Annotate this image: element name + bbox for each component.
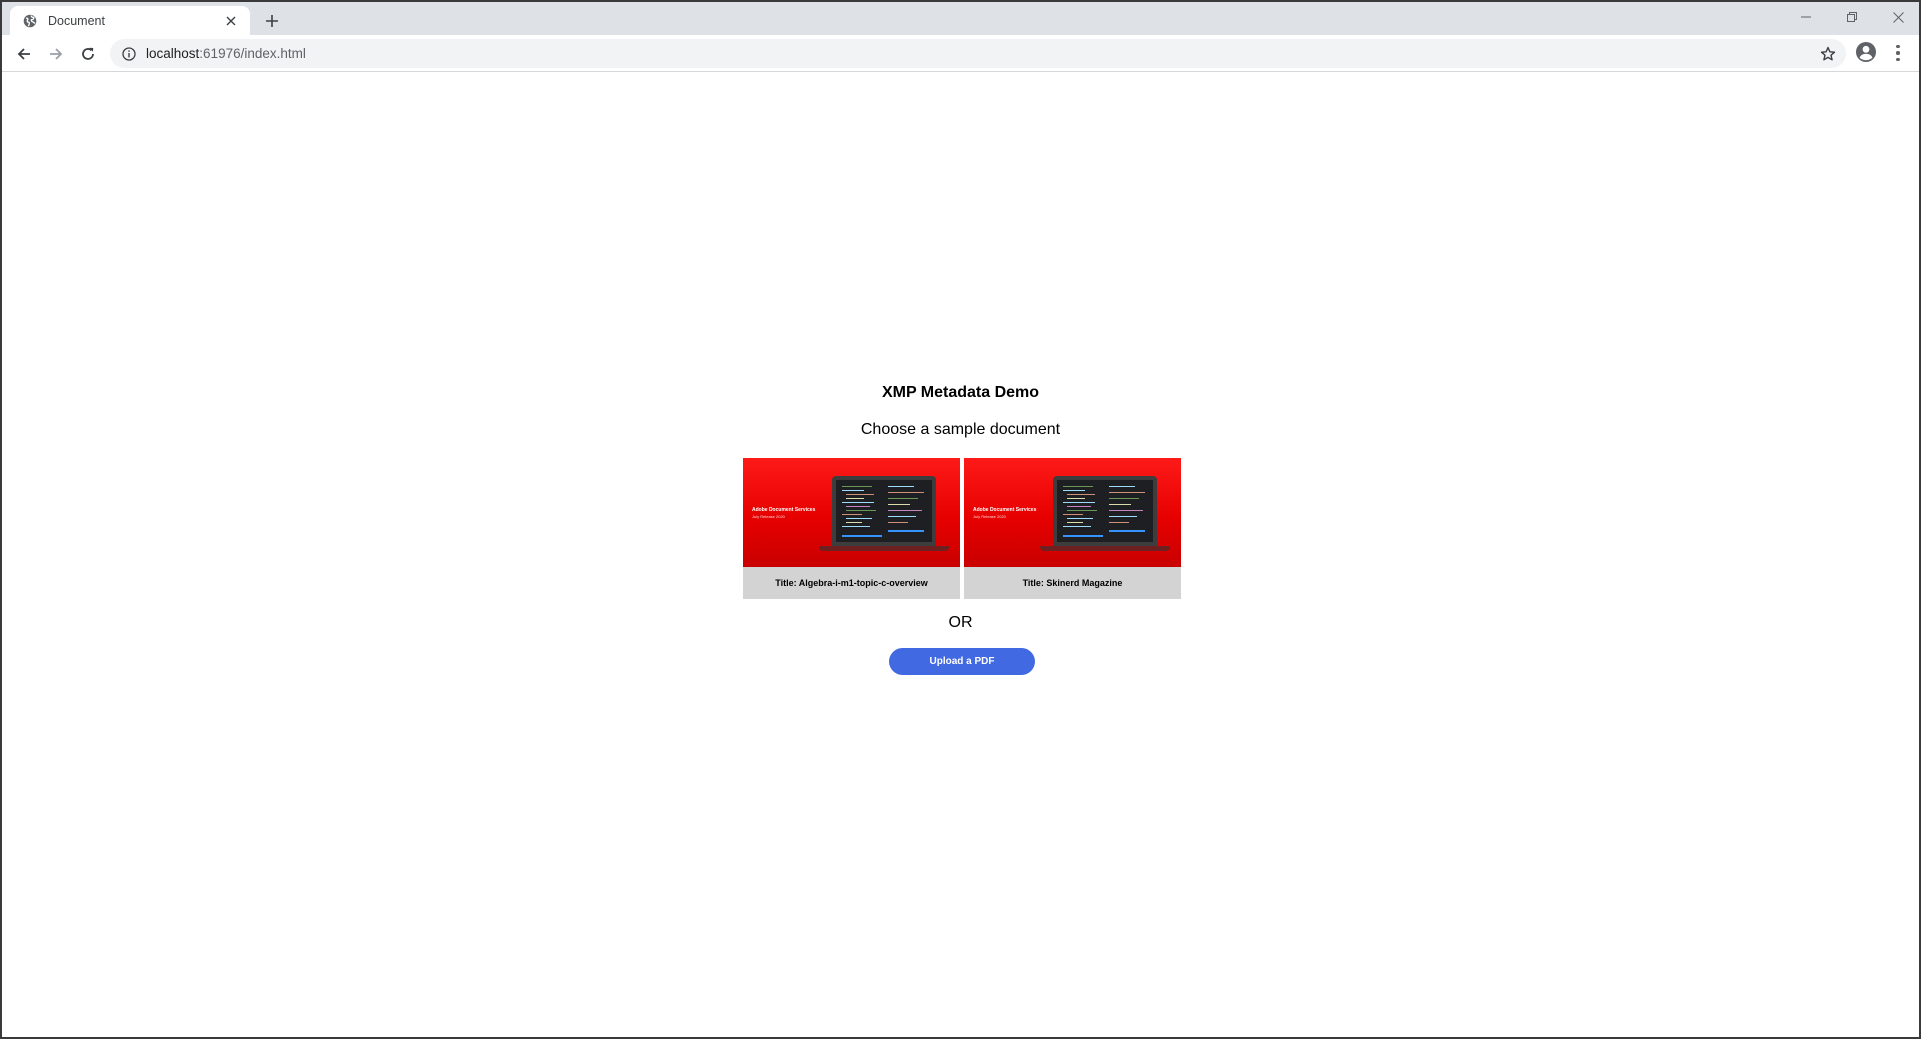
laptop-image — [832, 476, 936, 546]
browser-window: Document localhost:61976/index.html XMP … — [0, 0, 1921, 1039]
plus-icon[interactable] — [260, 9, 284, 33]
sample-documents: Adobe Document Services July Release 202… — [743, 458, 1181, 601]
thumbnail-brand: Adobe Document Services — [752, 507, 816, 513]
sample-thumbnail: Adobe Document Services July Release 202… — [743, 458, 960, 567]
tab-document[interactable]: Document — [10, 6, 250, 35]
or-separator: OR — [948, 614, 973, 631]
page-content: XMP Metadata Demo Choose a sample docume… — [2, 73, 1919, 1037]
tab-strip: Document — [2, 2, 1919, 35]
url-host: localhost — [146, 46, 200, 61]
restore-icon[interactable] — [1829, 4, 1875, 30]
laptop-base — [1040, 546, 1170, 551]
tab-title: Document — [48, 13, 105, 28]
info-icon[interactable] — [120, 45, 138, 63]
thumbnail-brand: Adobe Document Services — [973, 507, 1037, 513]
profile-icon[interactable] — [1855, 41, 1879, 65]
arrow-right-icon[interactable] — [42, 40, 70, 68]
window-close-icon[interactable] — [1875, 4, 1919, 30]
close-icon[interactable] — [222, 12, 240, 30]
reload-icon[interactable] — [74, 40, 102, 68]
sample-title: Title: Skinerd Magazine — [1022, 578, 1123, 588]
sample-card-2[interactable]: Adobe Document Services July Release 202… — [964, 458, 1181, 599]
minimize-icon[interactable] — [1783, 4, 1829, 30]
star-icon[interactable] — [1818, 44, 1838, 64]
sample-title: Title: Algebra-i-m1-topic-c-overview — [775, 578, 928, 588]
url-path: :61976/index.html — [199, 46, 306, 61]
laptop-base — [819, 546, 949, 551]
url-text: localhost:61976/index.html — [146, 46, 306, 61]
page-subtitle: Choose a sample document — [860, 421, 1061, 438]
thumbnail-subtitle: July Release 2020 — [973, 514, 1006, 519]
kebab-menu-icon[interactable] — [1888, 41, 1908, 65]
globe-icon — [22, 13, 38, 29]
thumbnail-subtitle: July Release 2020 — [752, 514, 785, 519]
address-bar[interactable]: localhost:61976/index.html — [110, 39, 1846, 68]
arrow-left-icon[interactable] — [10, 40, 38, 68]
page-title: XMP Metadata Demo — [881, 384, 1040, 401]
sample-thumbnail: Adobe Document Services July Release 202… — [964, 458, 1181, 567]
upload-pdf-button[interactable]: Upload a PDF — [889, 648, 1035, 675]
laptop-image — [1053, 476, 1157, 546]
sample-card-1[interactable]: Adobe Document Services July Release 202… — [743, 458, 960, 599]
browser-toolbar: localhost:61976/index.html — [2, 35, 1919, 72]
